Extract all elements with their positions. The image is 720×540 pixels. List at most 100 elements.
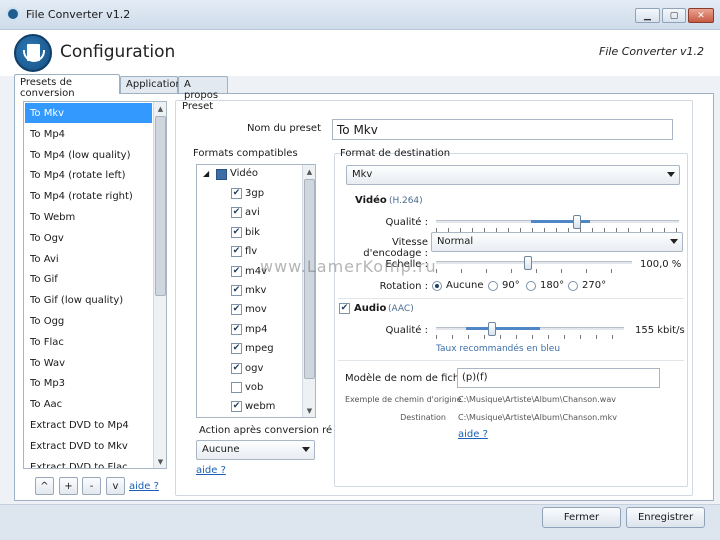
move-down-button[interactable]: v xyxy=(106,477,125,495)
format-label: webm xyxy=(245,401,276,413)
format-checkbox[interactable]: ✔ xyxy=(231,188,242,199)
list-item[interactable]: To Mp4 (rotate left) xyxy=(25,165,152,185)
remove-preset-button[interactable]: - xyxy=(82,477,101,495)
list-item[interactable]: To Flac xyxy=(25,332,152,352)
watermark-text: www.LamerKomp.ru xyxy=(260,257,437,276)
list-item[interactable]: To Mkv xyxy=(25,103,152,123)
save-button[interactable]: Enregistrer xyxy=(626,507,705,528)
rotation-radio[interactable] xyxy=(568,281,578,291)
list-item[interactable]: To Gif (low quality) xyxy=(25,290,152,310)
formats-tree[interactable]: ◢ Vidéo ✔ 3gp ✔ avi ✔ bik ✔ flv ✔ m4v ✔ mkv ✔ mov ✔ mp4… xyxy=(196,164,316,418)
chevron-down-icon xyxy=(667,172,675,177)
rotation-radio[interactable] xyxy=(488,281,498,291)
scroll-down-icon[interactable]: ▼ xyxy=(154,455,166,468)
rotation-option-label: 90° xyxy=(502,280,520,291)
format-label: 3gp xyxy=(245,188,265,199)
app-name-label: File Converter v1.2 xyxy=(599,45,704,58)
tab-presets[interactable]: Presets de conversion xyxy=(14,74,120,99)
rotation-radio[interactable] xyxy=(432,281,442,291)
format-label: flv xyxy=(245,246,258,258)
audio-quality-slider[interactable] xyxy=(436,322,624,342)
filename-template-label: Modèle de nom de fichi xyxy=(345,373,463,384)
format-checkbox[interactable]: ✔ xyxy=(231,323,242,335)
destination-format-label: Format de destination xyxy=(340,148,451,159)
destination-group xyxy=(334,153,688,487)
minimize-button[interactable]: ▁ xyxy=(635,8,660,23)
format-checkbox[interactable]: ✔ xyxy=(231,343,242,355)
list-item[interactable]: Extract DVD to Mkv xyxy=(25,436,152,456)
close-window-button[interactable]: ✕ xyxy=(688,8,714,23)
audio-recommended-range xyxy=(466,327,540,330)
encoding-speed-select[interactable]: Normal xyxy=(431,232,683,252)
example-path-value: C:\Musique\Artiste\Album\Chanson.wav xyxy=(458,395,616,404)
add-preset-button[interactable]: + xyxy=(59,477,78,495)
video-quality-thumb[interactable] xyxy=(573,215,581,229)
after-conversion-select[interactable]: Aucune xyxy=(196,440,315,460)
list-item[interactable]: To Mp4 (low quality) xyxy=(25,145,152,165)
scroll-up-icon[interactable]: ▲ xyxy=(154,102,166,115)
video-root-checkbox[interactable] xyxy=(216,169,227,180)
audio-checkbox[interactable]: ✔ xyxy=(339,303,350,314)
format-label: ogv xyxy=(245,362,264,374)
destination-help-link[interactable]: aide ? xyxy=(458,429,488,440)
scale-slider[interactable] xyxy=(436,256,632,276)
tab-application[interactable]: Application xyxy=(120,76,182,93)
video-codec-label: (H.264) xyxy=(389,196,423,206)
file-converter-logo-icon xyxy=(14,34,52,72)
list-item[interactable]: To Mp3 xyxy=(25,373,152,393)
destination-format-select[interactable]: Mkv xyxy=(346,165,680,185)
format-checkbox[interactable]: ✔ xyxy=(231,207,242,219)
list-item[interactable]: To Ogg xyxy=(25,311,152,331)
close-button[interactable]: Fermer xyxy=(542,507,621,528)
rotation-option-label: 180° xyxy=(540,280,565,291)
chevron-down-icon xyxy=(302,447,310,452)
scroll-down-icon[interactable]: ▼ xyxy=(303,404,315,417)
preset-group-label: Preset xyxy=(179,101,217,112)
scroll-up-icon[interactable]: ▲ xyxy=(303,165,315,178)
rotation-option-label: Aucune xyxy=(446,280,484,291)
preset-list-scrollbar[interactable]: ▲ ▼ xyxy=(153,102,166,468)
format-checkbox[interactable]: ✔ xyxy=(231,285,242,296)
list-item[interactable]: Extract DVD to Mp4 xyxy=(25,415,152,435)
video-root-label: Vidéo xyxy=(230,168,259,179)
preset-name-input[interactable]: To Mkv xyxy=(332,119,673,140)
format-label: avi xyxy=(245,207,260,219)
divider xyxy=(338,360,684,361)
tab-about[interactable]: A propos xyxy=(178,76,228,101)
list-item[interactable]: To Mp4 (rotate right) xyxy=(25,186,152,206)
tree-collapse-icon[interactable]: ◢ xyxy=(203,169,209,178)
scroll-thumb[interactable] xyxy=(155,116,166,296)
format-checkbox[interactable]: ✔ xyxy=(231,265,242,277)
example-path-label: Exemple de chemin d'origine xyxy=(345,395,462,404)
preset-help-link[interactable]: aide ? xyxy=(196,465,226,476)
format-checkbox[interactable] xyxy=(231,382,242,393)
list-item[interactable]: To Avi xyxy=(25,249,152,269)
scroll-thumb[interactable] xyxy=(304,179,315,379)
list-item[interactable]: To Mp4 xyxy=(25,124,152,144)
format-checkbox[interactable]: ✔ xyxy=(231,304,242,316)
list-item[interactable]: To Aac xyxy=(25,394,152,414)
window-title: File Converter v1.2 xyxy=(26,8,131,21)
list-item[interactable]: To Webm xyxy=(25,207,152,227)
filename-template-input[interactable]: (p)(f) xyxy=(457,368,660,388)
format-checkbox[interactable]: ✔ xyxy=(231,226,242,238)
maximize-button[interactable]: ▢ xyxy=(662,8,686,23)
scale-thumb[interactable] xyxy=(524,256,532,270)
preset-list[interactable]: To Mkv To Mp4 To Mp4 (low quality) To Mp4 (… xyxy=(23,101,167,469)
format-checkbox[interactable]: ✔ xyxy=(231,362,242,374)
chevron-down-icon xyxy=(670,239,678,244)
format-checkbox[interactable]: ✔ xyxy=(231,401,242,413)
compatible-formats-label: Formats compatibles xyxy=(193,148,298,159)
list-item[interactable]: To Ogv xyxy=(25,228,152,248)
audio-quality-thumb[interactable] xyxy=(488,322,496,336)
list-item[interactable]: To Gif xyxy=(25,269,152,289)
format-label: mov xyxy=(245,304,267,316)
list-item[interactable]: Extract DVD to Flac xyxy=(25,457,152,468)
list-item[interactable]: To Wav xyxy=(25,353,152,373)
format-checkbox[interactable]: ✔ xyxy=(231,246,242,258)
move-up-button[interactable]: ^ xyxy=(35,477,54,495)
list-help-link[interactable]: aide ? xyxy=(129,481,159,492)
formats-scrollbar[interactable]: ▲ ▼ xyxy=(302,165,315,417)
rotation-radio[interactable] xyxy=(526,281,536,291)
format-label: mkv xyxy=(245,285,267,296)
